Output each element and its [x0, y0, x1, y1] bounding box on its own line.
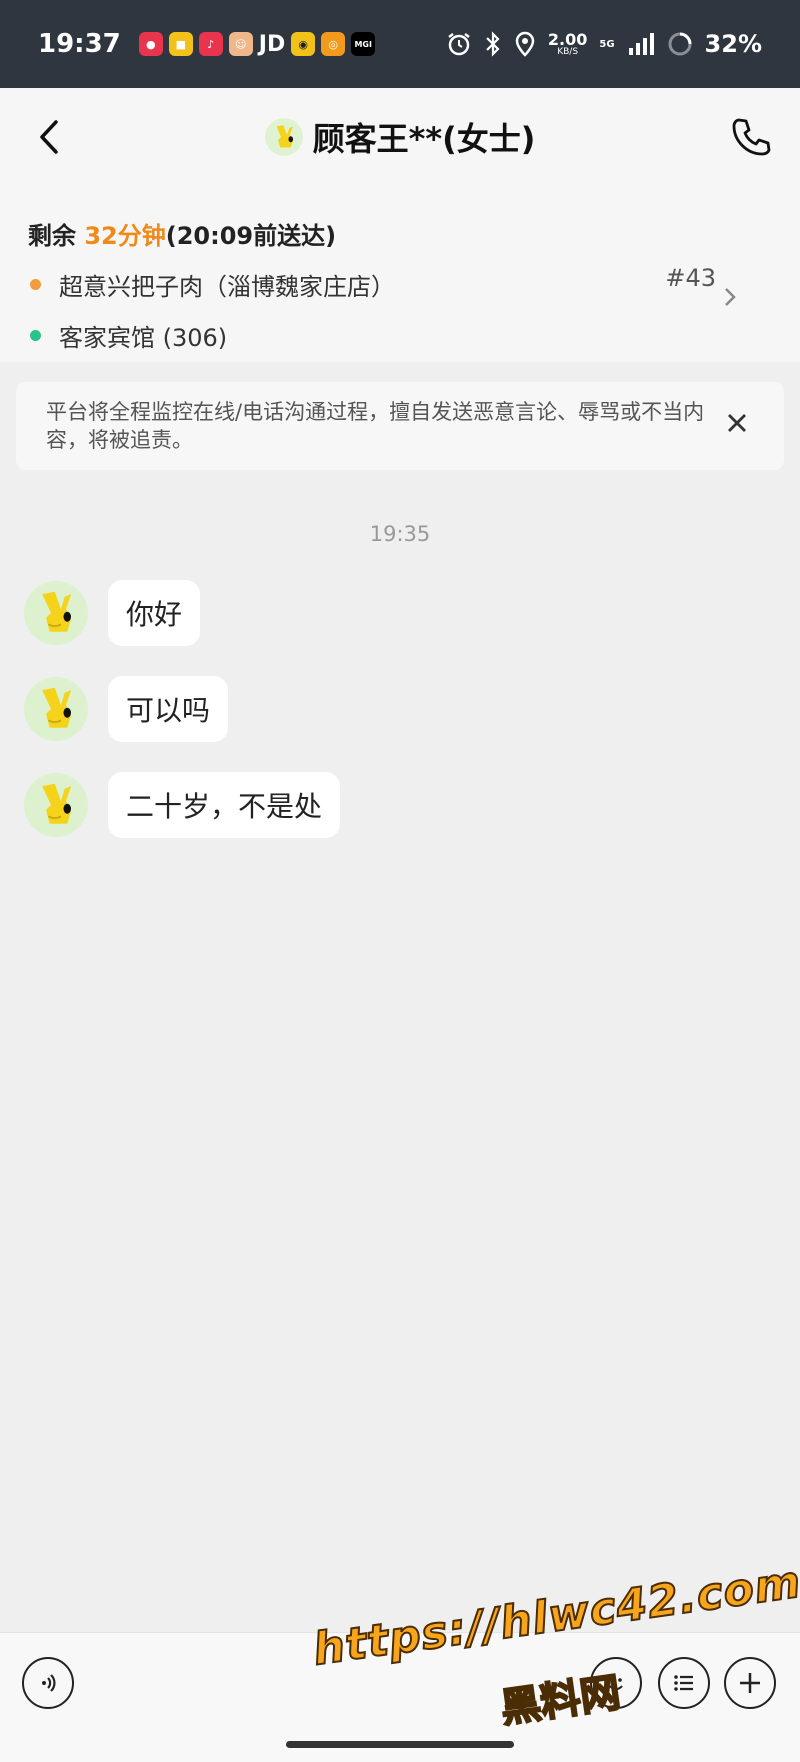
chevron-right-icon[interactable] — [720, 282, 740, 312]
avatar[interactable] — [24, 677, 88, 741]
quick-reply-button[interactable] — [658, 1657, 710, 1709]
monitoring-notice: 平台将全程监控在线/电话沟通过程，擅自发送恶意言论、辱骂或不当内容，将被追责。 — [16, 382, 784, 470]
jd-icon: JD — [258, 31, 286, 57]
message-bubble[interactable]: 你好 — [108, 580, 201, 646]
order-number: #43 — [665, 264, 716, 292]
battery-percent: 32% — [704, 30, 762, 58]
alarm-icon — [448, 33, 470, 56]
page-title: 顾客王**(女士) — [312, 120, 536, 158]
app-notification-icon: ☺ — [228, 32, 253, 56]
app-notification-icon: MGI — [351, 32, 376, 56]
message-item: 你好 — [24, 580, 201, 646]
voice-button[interactable] — [22, 1657, 74, 1709]
plus-icon — [740, 1673, 760, 1693]
avatar[interactable] — [24, 773, 88, 837]
voice-icon — [42, 1674, 56, 1692]
order-info-card[interactable]: 剩余 32分钟(20:09前送达) 超意兴把子肉（淄博魏家庄店） 客家宾馆 (3… — [0, 186, 800, 362]
app-notification-icon: ◉ — [291, 32, 316, 56]
location-icon — [515, 31, 535, 57]
remaining-time: 剩余 32分钟(20:09前送达) — [28, 222, 337, 250]
remaining-minutes: 32分钟 — [84, 222, 166, 250]
pickup-row: 超意兴把子肉（淄博魏家庄店） — [28, 267, 772, 302]
add-button[interactable] — [724, 1657, 776, 1709]
notice-text: 平台将全程监控在线/电话沟通过程，擅自发送恶意言论、辱骂或不当内容，将被追责。 — [46, 400, 705, 452]
list-icon — [674, 1675, 693, 1691]
mascot-icon — [42, 591, 71, 632]
store-name: 超意兴把子肉（淄博魏家庄店） — [59, 273, 395, 301]
bluetooth-icon — [486, 31, 500, 57]
dropoff-row: 客家宾馆 (306) — [28, 318, 772, 353]
close-icon[interactable] — [726, 412, 748, 434]
phone-icon[interactable] — [728, 114, 774, 160]
message-bubble[interactable]: 二十岁，不是处 — [108, 772, 341, 838]
chat-timestamp: 19:35 — [369, 522, 431, 546]
dropoff-dot-icon — [30, 330, 41, 341]
system-status: 2.00 KB/S 5G 32% — [446, 30, 762, 58]
mascot-icon — [42, 687, 71, 728]
title-group: 顾客王**(女士) — [264, 114, 536, 160]
message-item: 二十岁，不是处 — [24, 772, 341, 838]
network-speed: 2.00 KB/S — [547, 29, 588, 57]
avatar[interactable] — [24, 581, 88, 645]
chat-header: 顾客王**(女士) — [0, 88, 800, 186]
status-bar: 19:37 ● ■ ♪ ☺ JD ◉ ◎ MGI 2.00 KB/S 5G 32… — [0, 0, 800, 88]
message-item: 可以吗 — [24, 676, 229, 742]
mascot-icon — [42, 783, 71, 824]
home-indicator[interactable] — [286, 1741, 514, 1748]
destination-name: 客家宾馆 (306) — [59, 324, 228, 352]
back-icon[interactable] — [30, 114, 70, 160]
status-time: 19:37 — [38, 29, 121, 59]
network-type: 5G — [599, 38, 615, 50]
battery-icon — [668, 32, 692, 56]
customer-avatar — [264, 118, 303, 156]
signal-icon — [628, 33, 654, 55]
music-icon: ♪ — [198, 32, 223, 56]
app-notification-icon: ● — [138, 32, 163, 56]
notification-icons: ● ■ ♪ ☺ JD ◉ ◎ MGI — [138, 31, 376, 57]
pickup-dot-icon — [30, 279, 41, 290]
message-bubble[interactable]: 可以吗 — [108, 676, 229, 742]
mascot-icon — [276, 125, 293, 148]
app-notification-icon: ■ — [168, 32, 193, 56]
weibo-icon: ◎ — [321, 32, 346, 56]
